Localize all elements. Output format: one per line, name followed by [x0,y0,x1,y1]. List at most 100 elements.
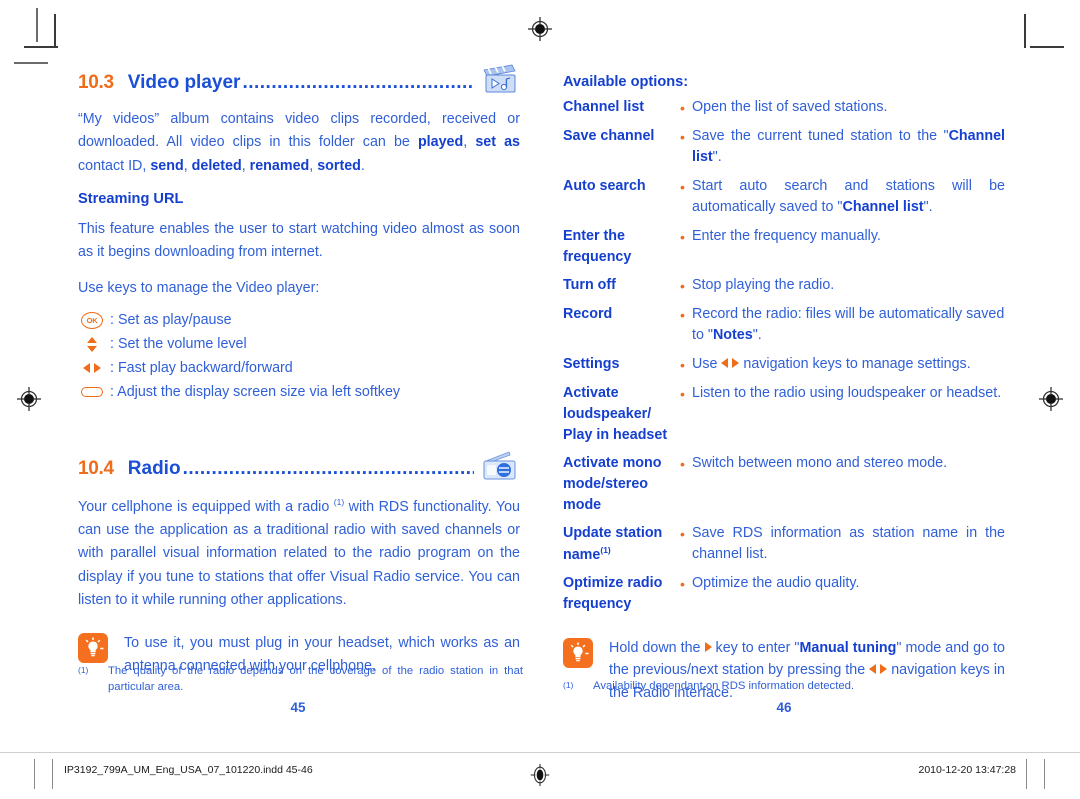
option-description: Save RDS information as station name in … [692,523,1005,566]
option-row-turn-off: Turn off • Stop playing the radio. [563,275,1005,297]
option-name: Update station name(1) [563,523,680,566]
triangle-down-icon [87,345,97,352]
right-navigation-key-icon [704,641,712,652]
left-right-navigation-keys-icon [869,664,888,675]
bullet-icon: • [680,455,685,472]
intro-bold-send: send [150,157,184,174]
bullet-icon: • [680,100,685,116]
option-desc-pre: Enter the frequency manually. [692,227,881,244]
triangle-up-icon [87,336,97,343]
option-description: Listen to the radio using loudspeaker or… [692,383,1005,446]
option-desc-post: ". [752,327,762,344]
option-name: Auto search [563,177,646,194]
option-name: Activate loudspeaker/ Play in headset [563,384,668,443]
triangle-right-icon [94,363,101,374]
page-number-left: 45 [290,700,306,715]
radio-intro-b: with RDS functionality. You can use the … [78,498,520,608]
intro-end: . [360,157,365,174]
triangle-left-icon [83,363,90,374]
up-down-arrows [87,336,97,352]
bullet-icon: • [680,228,685,245]
option-row-channel-list: Channel list • Open the list of saved st… [563,97,1005,119]
intro-bold-set-as: set as [475,134,520,151]
option-description: Switch between mono and stereo mode. [692,453,1005,516]
footnote-marker: (1) [78,665,89,675]
lightbulb-tip-icon [78,633,108,664]
intro-bold-deleted: deleted [191,157,242,174]
registration-mark-right [1038,386,1064,412]
radio-icon [480,448,520,482]
key-row-ok: OK : Set as play/pause [78,309,520,332]
print-file-name: IP3192_799A_UM_Eng_USA_07_101220.indd 45… [64,764,313,776]
lightbulb-tip-icon [563,637,593,668]
bullet-icon: • [680,385,685,402]
option-description: Record the radio: files will be automati… [692,304,1005,347]
bullet-icon: • [680,178,685,195]
crop-mark-top-left-v [54,14,56,48]
left-right-key-icon [78,358,106,378]
section-heading-video-player: 10.3 Video player ......................… [78,60,520,94]
crop-mark-top-left-h2 [14,62,48,64]
softkey-shape [81,387,103,398]
option-row-auto-search: Auto search • Start auto search and stat… [563,176,1005,219]
bullet-icon: • [680,575,685,592]
video-clapperboard-icon [480,62,520,96]
key-text-volume: : Set the volume level [110,336,247,353]
option-name: Turn off [563,276,616,293]
triangle-left-icon [869,664,877,675]
option-desc-post: ". [923,199,933,216]
option-desc-pre: Stop playing the radio. [692,276,835,293]
crop-mark-top-left-v2 [36,8,38,42]
crop-mark-top-right-h [1030,46,1064,48]
radio-intro-a: Your cellphone is equipped with a radio [78,498,334,515]
option-name: Settings [563,355,620,372]
key-text-fast-play: : Fast play backward/forward [110,360,293,377]
intro-bold-renamed: renamed [249,157,310,174]
option-description: Save the current tuned station to the "C… [692,126,1005,169]
footnote-marker-inline: (1) [333,497,345,508]
registration-mark-top [527,16,553,42]
subheading-streaming-url: Streaming URL [78,190,184,207]
print-bar-rule-left [34,759,35,789]
streaming-url-paragraph: This feature enables the user to start w… [78,220,520,261]
registration-mark-bottom [527,752,553,798]
softkey-icon [78,382,106,402]
ok-key-icon: OK [78,310,106,330]
option-row-optimize-radio-frequency: Optimize radio frequency • Optimize the … [563,573,1005,615]
option-name: Optimize radio frequency [563,574,663,612]
tip-text-bold: Manual tuning [799,639,897,656]
leader-dots: ........................................… [242,72,474,93]
crop-mark-top-left-h [24,46,58,48]
tip-text-b: key to enter " [711,639,800,656]
option-name: Record [563,305,613,322]
key-text-play-pause: : Set as play/pause [110,312,232,329]
option-desc-bold: Notes [712,327,753,344]
option-desc-pre: Listen to the radio using loudspeaker or… [692,384,1002,401]
up-down-key-icon [78,334,106,354]
section-title-radio: Radio [127,457,181,479]
available-options-heading: Available options: [563,74,689,90]
option-desc-pre: Save the current tuned station to the " [692,128,949,144]
section-title: Video player [127,72,241,93]
leader-dots-radio: ........................................… [182,457,474,479]
ok-key-label: OK [81,311,103,329]
option-row-enter-frequency: Enter the frequency • Enter the frequenc… [563,226,1005,268]
radio-intro-paragraph: Your cellphone is equipped with a radio … [78,496,520,612]
intro-bold-sorted: sorted [317,157,361,174]
option-description: Open the list of saved stations. [692,97,1005,119]
bullet-icon: • [680,306,685,323]
option-description: Optimize the audio quality. [692,573,1005,615]
left-page-column: 10.3 Video player ......................… [78,60,520,677]
option-name: Channel list [563,99,645,115]
footnote-text: Availability dependant on RDS informatio… [593,680,855,692]
intro-sep-3: , [183,157,192,174]
option-description: Stop playing the radio. [692,275,1005,297]
section-heading-radio: 10.4 Radio .............................… [78,446,520,480]
option-row-update-station-name: Update station name(1) • Save RDS inform… [563,523,1005,566]
section-number: 10.3 [78,72,114,93]
footnote-left-page: (1) The quality of the radio depends on … [78,663,523,696]
option-desc-pre: Save RDS information as station name in … [692,524,1005,563]
triangle-left-icon [721,357,729,368]
footnote-text: The quality of the radio depends on the … [108,665,523,694]
option-name: Save channel [563,128,655,144]
